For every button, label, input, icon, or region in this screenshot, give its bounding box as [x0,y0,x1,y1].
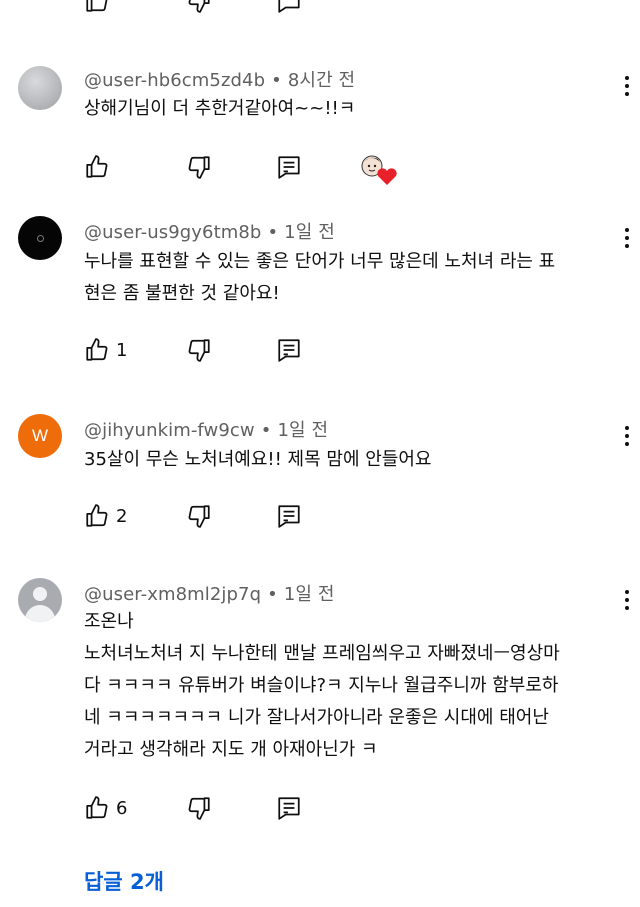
thumbs-down-icon [188,156,210,179]
comment-line: 누나를 표현할 수 있는 좋은 단어가 너무 많은데 노처녀 라는 표 [84,251,556,272]
thumbs-up-icon [86,796,108,819]
like-button[interactable]: 6 [84,793,127,823]
reply-button[interactable] [276,501,302,531]
thumbs-down-icon [188,339,210,362]
view-replies-button[interactable]: 답글 2개 [84,866,164,896]
more-options-icon[interactable] [620,228,634,252]
comment-line: 다 ㅋㅋㅋㅋ 유튜버가 벼슬이냐?ㅋ 지누나 월급주니까 함부로하 [84,675,559,696]
comment-time: 1일 전 [283,584,335,605]
reply-button[interactable] [276,152,302,182]
thumbs-up-icon [86,155,108,178]
comment-author[interactable]: @user-xm8ml2jp7q [84,584,261,605]
comment-author[interactable]: @user-us9gy6tm8b [84,222,261,243]
dislike-button[interactable] [186,793,212,823]
thumbs-down-icon [188,0,210,13]
reply-button[interactable] [276,335,302,365]
comment-text: 상해기님이 더 추한거같아여~~!!ㅋ [84,93,355,125]
more-options-icon[interactable] [620,76,634,100]
comment-time: 1일 전 [284,222,335,243]
thumbs-up-icon [86,0,108,12]
avatar[interactable]: W [18,414,62,458]
reply-icon [278,339,300,362]
comment-time: 8시간 전 [287,70,356,91]
comment-text: 35살이 무슨 노처녀예요!! 제목 맘에 안들어요 [84,444,431,476]
comment-line: 상해기님이 더 추한거같아여~~!!ㅋ [84,98,356,119]
reply-button[interactable] [276,0,302,16]
thumbs-down-icon [188,797,210,820]
more-options-icon[interactable] [620,426,634,450]
dislike-button[interactable] [186,335,212,365]
separator-dot: • [267,222,279,243]
dislike-button[interactable] [186,501,212,531]
reply-icon [278,505,300,528]
like-count: 2 [116,505,128,527]
like-count: 6 [116,797,128,819]
reply-icon [278,0,300,13]
comment-text: 누나를 표현할 수 있는 좋은 단어가 너무 많은데 노처녀 라는 표 현은 좀… [84,246,555,310]
avatar[interactable] [18,216,62,260]
comment-time: 1일 전 [277,420,329,441]
separator-dot: • [271,70,282,91]
comment-actions [84,152,624,182]
avatar-letter: W [31,426,49,445]
comment-actions: 1 [84,335,624,365]
avatar[interactable] [18,66,62,110]
separator-dot: • [267,584,278,605]
comment-line: 조온나 [84,611,134,632]
comment-line: 현은 좀 불편한 것 같아요! [84,283,280,304]
thumbs-down-icon [188,505,210,528]
like-button[interactable]: 2 [84,501,127,531]
comment-line: 거라고 생각해라 지도 개 아재아닌가 ㅋ [84,739,378,760]
avatar[interactable] [18,578,62,622]
comment-line: 네 ㅋㅋㅋㅋㅋㅋㅋ 니가 잘나서가아니라 운좋은 시대에 태어난 [84,707,549,728]
comment-meta: @jihyunkim-fw9cw • 1일 전 [84,416,328,442]
comment-meta: @user-xm8ml2jp7q • 1일 전 [84,580,335,606]
like-button[interactable]: 1 [84,335,127,365]
dislike-button[interactable] [186,152,212,182]
like-count: 1 [116,339,128,361]
comment-text: 조온나 노처녀노처녀 지 누나한테 맨날 프레임씌우고 자빠졌네ㅡ영상마 다 ㅋ… [84,606,560,766]
reply-icon [278,156,300,179]
comment-actions: 2 [84,501,624,531]
comment-meta: @user-hb6cm5zd4b • 8시간 전 [84,66,355,92]
comment-author[interactable]: @jihyunkim-fw9cw [84,420,255,441]
comment-line: 노처녀노처녀 지 누나한테 맨날 프레임씌우고 자빠졌네ㅡ영상마 [84,643,560,664]
more-options-icon[interactable] [620,590,634,614]
comment-actions: 6 [84,793,624,823]
separator-dot: • [260,420,272,441]
reply-button[interactable] [276,793,302,823]
thumbs-up-icon [86,338,108,361]
thumbs-up-icon [86,504,108,527]
comment-meta: @user-us9gy6tm8b • 1일 전 [84,218,335,244]
like-button[interactable] [84,152,116,182]
comment-author[interactable]: @user-hb6cm5zd4b [84,70,265,91]
dislike-button[interactable] [186,0,212,16]
like-button[interactable] [84,0,110,16]
comment-line: 35살이 무슨 노처녀예요!! 제목 맘에 안들어요 [84,449,432,470]
reply-icon [278,797,300,820]
creator-heart-icon [361,155,397,185]
previous-comment-actions [84,0,624,16]
